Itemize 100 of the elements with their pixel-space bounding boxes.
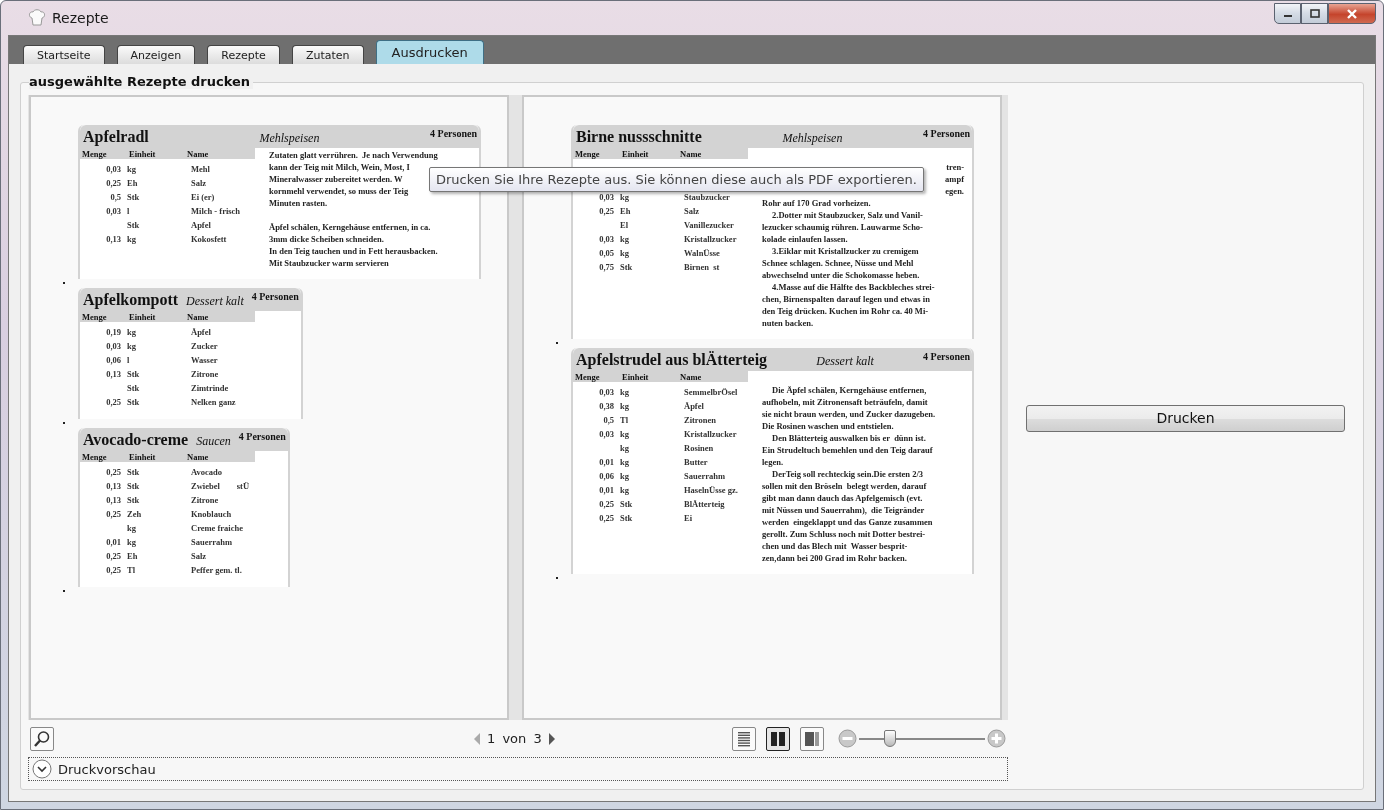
ingredient-cell-text: Butter [683,457,709,467]
unit-cell-text: Stk [126,481,141,491]
expander[interactable]: Druckvorschau [28,757,1008,781]
unit-cell-text: Stk [619,262,634,272]
ingredient-cell-text: Milch - frisch [190,206,242,216]
ingredient-cell-text: Ei [683,513,694,523]
ingredient-cell-text: Salz [190,551,208,561]
close-icon[interactable] [1346,8,1358,19]
amount-cell-text: 0,13 [105,234,121,244]
recipe-title: Apfelkompott [83,291,179,309]
unit-cell-text: kg [619,248,630,258]
close-button[interactable] [1328,3,1376,24]
unit-cell-text: kg [619,443,630,453]
instruction-line: chen und das Blech mit Wasser besprit- [762,540,908,552]
amount-cell-text: 0,25 [105,397,121,407]
tab[interactable]: Zutaten [291,45,364,64]
amount-cell-text: 0,25 [105,178,121,188]
amount-cell-text: 0,5 [109,192,121,202]
column-header: Einheit [621,371,650,382]
unit-cell-text: kg [619,387,630,397]
expander-label: Druckvorschau [58,761,156,777]
ingredient-cell-text: Peffer gem. tl. [190,565,243,575]
ingredient-cell-text: Salz [190,178,208,188]
unit-cell-text: kg [126,537,137,547]
ingredient-cell-text: Apfel [190,220,212,230]
tab[interactable]: Anzeigen [116,45,196,64]
slider-thumb[interactable] [884,730,897,747]
instruction-line: abwechselnd unter die Schokomasse heben. [762,269,920,281]
instruction-line: Ein Strudeltuch bemehlen und den Teig darauf [762,444,933,456]
view-mode-button[interactable] [732,726,756,751]
column-header: Menge [574,148,601,159]
unit-cell-text: kg [619,234,630,244]
unit-cell-text: kg [126,164,137,174]
instruction-line: sie nicht braun werden, und Zucker dazugeben. [762,408,936,420]
amount-cell-text: 0,03 [598,429,614,439]
zoom-slider[interactable] [859,730,985,747]
column-header: Menge [574,371,601,382]
tab[interactable]: Rezepte [207,45,280,64]
unit-cell-text: kg [619,457,630,467]
maximize-icon[interactable] [1309,9,1320,18]
view-mode-button[interactable] [766,726,790,751]
ingredient-cell-text: Sauerrahm [683,471,727,481]
servings: 4 Personen [923,351,970,362]
unit-cell-text: Tl [619,415,630,425]
ingredient-cell-text: HaselnÜsse gz. [683,485,739,495]
ingredient-cell-text: Zitronen [683,415,717,425]
instruction-line: DerTeig soll rechteckig sein.Die ersten 2/3 [771,468,924,480]
instruction-line: lezucker schaumig rühren. Lauwarme Scho- [762,221,923,233]
amount-cell-text: 0,13 [105,369,121,379]
servings: 4 Personen [238,431,286,442]
instruction-line: egen. [945,185,964,197]
ingredient-cell-text: Kristallzucker [683,429,738,439]
servings: 4 Personen [923,128,970,139]
unit-cell-text: Stk [619,499,634,509]
instruction-line: Den Blätterteig auswalken bis er dünn ist. [771,432,926,444]
amount-cell-text: 0,05 [598,248,614,258]
amount-cell-text: 0,75 [598,262,614,272]
amount-cell-text: 0,03 [105,206,121,216]
instruction-line: 3mm dicke Scheiben schneiden. [269,233,384,245]
column-header: Name [186,148,210,159]
instruction-line: Schnee schlagen. Schnee, Nüsse und Mehl [762,257,914,269]
view-mode-button[interactable] [800,726,824,751]
amount-cell-text: 0,06 [598,471,614,481]
amount-cell-text: 0,01 [598,485,614,495]
tab[interactable]: Startseite [23,45,105,64]
unit-cell-text: Stk [126,192,141,202]
column-header: Einheit [621,148,650,159]
instruction-line: Zutaten glatt verrühren. Je nach Verwendung [269,149,438,161]
unit-cell-text: Eh [126,551,139,561]
instruction-line: tren- [946,161,964,173]
unit-cell-text: Stk [126,467,141,477]
instruction-line: kolade einlaufen lassen. [762,233,848,245]
unit-cell-text: Zeh [126,509,143,519]
search-button[interactable] [30,726,54,751]
instruction-line: aufhobeln, mit Zitronensaft beträufeln, damit [762,396,928,408]
column-header: Name [186,451,210,462]
unit-cell-text: l [126,355,131,365]
recipe-title: Apfelradl [83,128,149,146]
next-page-icon[interactable] [547,731,556,746]
ingredient-cell-text: Äpfel [683,401,705,411]
ingredient-cell-text: Zwiebel stÜ [190,481,251,491]
print-button[interactable]: Drucken [1026,404,1345,432]
ingredient-cell-text: Creme fraiche [190,523,244,533]
amount-cell-text: 0,03 [105,341,121,351]
unit-cell-text: Stk [126,495,141,505]
instruction-line: 2.Dotter mit Staubzucker, Salz und Vanil- [771,209,923,221]
unit-cell-text: Tl [126,565,137,575]
unit-cell-text: Stk [126,220,141,230]
recipe-category: Dessert kalt [186,294,244,309]
recipe-category: Mehlspeisen [781,131,844,146]
ingredient-cell-text: Salz [683,206,701,216]
tab[interactable]: Ausdrucken [375,40,484,64]
instruction-line: zen,dann bei 200 Grad im Rohr backen. [762,552,907,564]
minimize-button[interactable] [1274,3,1301,24]
chevron-icon[interactable] [32,759,52,779]
unit-cell-text: Stk [126,369,141,379]
instruction-line: Rohr auf 170 Grad vorheizen. [762,197,871,209]
maximize-button[interactable] [1301,3,1328,24]
amount-cell-text: 0,03 [598,192,614,202]
instruction-line: kornmehl verwendet, so muss der Teig [269,185,409,197]
